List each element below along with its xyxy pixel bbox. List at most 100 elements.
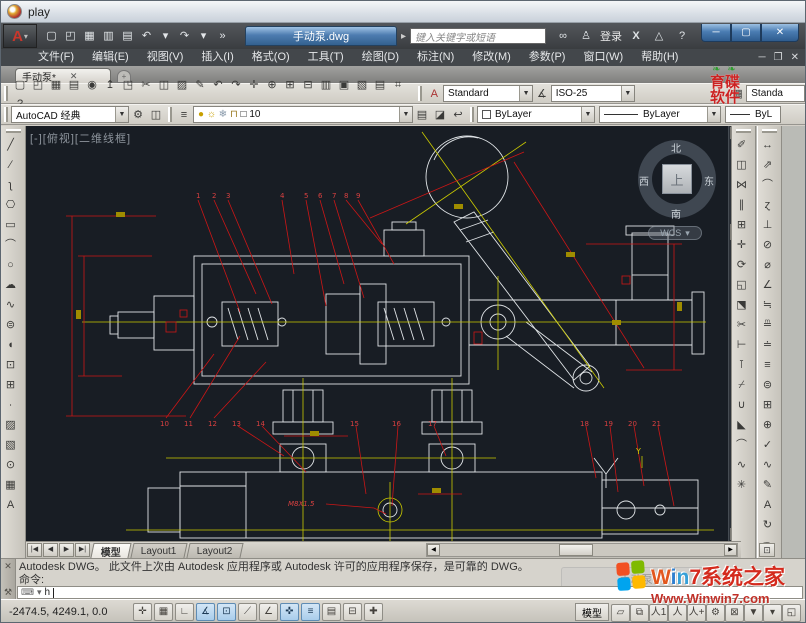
line-icon[interactable]: ╱ [1, 136, 20, 155]
status-menu-icon[interactable]: ▾ [763, 604, 782, 622]
ellipse-arc-icon[interactable]: ◖ [1, 336, 20, 355]
menu-item[interactable]: 工具(T) [299, 49, 353, 66]
layer-properties-icon[interactable]: ≡ [175, 106, 193, 124]
qnew-icon[interactable]: ▢ [43, 27, 60, 45]
menu-item[interactable]: 帮助(H) [632, 49, 687, 66]
compass-north[interactable]: 北 [671, 140, 681, 155]
menu-item[interactable]: 绘图(D) [353, 49, 408, 66]
quick-properties-toggle[interactable]: ▤ [322, 603, 341, 621]
layer-states-icon[interactable]: ▤ [413, 106, 431, 124]
mdi-close-icon[interactable]: ✕ [789, 49, 801, 66]
copy-clip-icon[interactable]: ◫ [155, 76, 173, 94]
qnew-icon[interactable]: ▢ [11, 76, 29, 94]
tab-model[interactable]: 模型 [90, 543, 131, 558]
menu-item[interactable]: 插入(I) [192, 49, 242, 66]
menu-item[interactable]: 窗口(W) [574, 49, 632, 66]
table-icon[interactable]: ▦ [1, 476, 20, 495]
annotation-visibility-icon[interactable]: 人 [668, 604, 687, 622]
coordinates-readout[interactable]: -2474.5, 4249.1, 0.0 [1, 606, 129, 618]
a360-icon[interactable]: △ [650, 27, 668, 45]
selection-cycling-toggle[interactable]: ⊟ [343, 603, 362, 621]
publish-icon[interactable]: ↥ [101, 76, 119, 94]
dim-update-icon[interactable]: ↻ [758, 516, 777, 535]
dim-edit-icon[interactable]: ✎ [758, 476, 777, 495]
autocad-menu-button[interactable]: A▾ [3, 24, 37, 48]
compass-east[interactable]: 东 [704, 173, 714, 188]
workspace-settings-icon[interactable]: ⚙ [129, 106, 147, 124]
menu-item[interactable]: 文件(F) [29, 49, 83, 66]
menu-item[interactable]: 参数(P) [520, 49, 575, 66]
sign-in-link[interactable]: 登录 [600, 28, 622, 44]
tab-nav-next-icon[interactable]: ▶ [59, 543, 74, 557]
search-icon[interactable]: ∞ [554, 27, 572, 45]
menu-item[interactable]: 视图(V) [138, 49, 193, 66]
tab-nav-prev-icon[interactable]: ◀ [43, 543, 58, 557]
user-icon[interactable]: ♙ [577, 27, 595, 45]
tab-nav-first-icon[interactable]: |◀ [27, 543, 42, 557]
recent-commands-icon[interactable]: ▾ [37, 587, 42, 598]
osnap-toggle[interactable]: ⊡ [217, 603, 236, 621]
open-icon[interactable]: ◰ [29, 76, 47, 94]
selection-preview-toggle[interactable]: ✚ [364, 603, 383, 621]
layer-combo[interactable]: ● ☼ ❄ ⊓ □ 10 ▼ [193, 106, 413, 123]
zoom-previous-icon[interactable]: ⊟ [299, 76, 317, 94]
chevron-down-icon[interactable]: ▼ [621, 86, 634, 101]
rectangle-icon[interactable]: ▭ [1, 216, 20, 235]
menu-item[interactable]: 编辑(E) [83, 49, 138, 66]
zoom-realtime-icon[interactable]: ⊕ [263, 76, 281, 94]
dim-ordinate-icon[interactable]: ⊥ [758, 216, 777, 235]
chevron-down-icon[interactable]: ▼ [581, 107, 594, 122]
extend-icon[interactable]: ⊢ [732, 336, 751, 355]
toolbar-grip[interactable] [418, 86, 422, 101]
dim-diameter-icon[interactable]: ⌀ [758, 256, 777, 275]
status-tray-icon[interactable]: ▼ [744, 604, 763, 622]
tool-palettes-icon[interactable]: ▧ [353, 76, 371, 94]
restore-button[interactable]: ▢ [731, 24, 761, 42]
toolbar-grip[interactable] [4, 107, 8, 122]
pan-icon[interactable]: ✛ [245, 76, 263, 94]
chevron-down-icon[interactable]: ▼ [115, 107, 128, 122]
model-space-button[interactable]: 模型 [575, 603, 609, 621]
scale-icon[interactable]: ◱ [732, 276, 751, 295]
ortho-toggle[interactable]: ∟ [175, 603, 194, 621]
layer-on-icon[interactable]: ● [198, 109, 204, 120]
annotation-autoscale-icon[interactable]: 人+ [687, 604, 706, 622]
clean-screen-icon[interactable]: ◱ [782, 604, 801, 622]
dim-jogged-icon[interactable]: ɀ [758, 196, 777, 215]
break-icon[interactable]: ⌿ [732, 376, 751, 395]
plot-icon[interactable]: ▤ [65, 76, 83, 94]
layer-freeze-icon[interactable]: ❄ [219, 109, 227, 120]
undo-icon[interactable]: ↶ [209, 76, 227, 94]
document-tab[interactable]: 手动泵.dwg [245, 26, 397, 46]
redo-icon[interactable]: ↷ [176, 27, 193, 45]
tab-layout1[interactable]: Layout1 [130, 543, 187, 558]
search-input[interactable]: 键入关键字或短语 [410, 28, 546, 44]
grid-toggle[interactable]: ▦ [154, 603, 173, 621]
quick-dim-icon[interactable]: ≒ [758, 296, 777, 315]
command-close-icon[interactable]: ✕ [4, 561, 12, 572]
hscroll-thumb[interactable] [559, 544, 593, 556]
undo-dropdown-icon[interactable]: ▾ [157, 27, 174, 45]
dyn-toggle[interactable]: ✜ [280, 603, 299, 621]
workspace-save-icon[interactable]: ◫ [147, 106, 165, 124]
make-block-icon[interactable]: ⊞ [1, 376, 20, 395]
insert-block-icon[interactable]: ⊡ [1, 356, 20, 375]
construction-line-icon[interactable]: ∕ [1, 156, 20, 175]
scroll-left-icon[interactable]: ◀ [427, 544, 440, 556]
toolbar-grip[interactable] [762, 129, 777, 133]
drawing-canvas[interactable]: [-][俯视][二维线框] [26, 126, 728, 541]
circle-icon[interactable]: ○ [1, 256, 20, 275]
dim-aligned-icon[interactable]: ⇗ [758, 156, 777, 175]
mdi-minimize-icon[interactable]: ─ [757, 49, 768, 66]
spline-icon[interactable]: ∿ [1, 296, 20, 315]
toolbar-grip[interactable] [736, 129, 751, 133]
tab-layout2[interactable]: Layout2 [186, 543, 243, 558]
compass-south[interactable]: 南 [671, 206, 681, 221]
annotation-scale-icon[interactable]: 人1 [649, 604, 668, 622]
dim-inspect-icon[interactable]: ✓ [758, 436, 777, 455]
color-combo[interactable]: ByLayer▼ [477, 106, 595, 123]
plot-icon[interactable]: ▤ [119, 27, 136, 45]
text-style-combo[interactable]: Standard▼ [443, 85, 533, 102]
viewport-label[interactable]: [-][俯视][二维线框] [30, 130, 131, 146]
wrench-icon[interactable]: ⚒ [4, 587, 12, 598]
